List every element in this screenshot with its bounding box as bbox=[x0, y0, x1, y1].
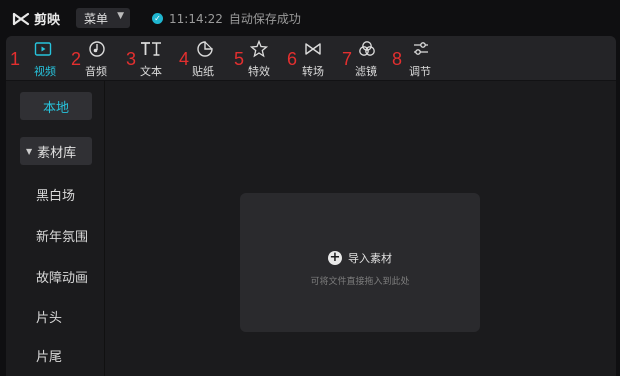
tab-label: 贴纸 bbox=[192, 65, 214, 78]
tab-number: 2 bbox=[71, 49, 82, 69]
sticker-icon bbox=[197, 41, 213, 57]
menu-label: 菜单 bbox=[84, 11, 109, 26]
app-name: 剪映 bbox=[34, 13, 61, 28]
sidebar: 本地 ▼ 素材库 黑白场 新年氛围 故障动画 片头 片尾 bbox=[6, 81, 105, 376]
tab-sticker[interactable]: 4 贴纸 bbox=[179, 36, 229, 80]
tab-video[interactable]: 1 视频 bbox=[10, 36, 64, 80]
tab-filter[interactable]: 7 滤镜 bbox=[342, 36, 394, 80]
tab-audio[interactable]: 2 音频 bbox=[71, 36, 121, 80]
tab-label: 视频 bbox=[34, 65, 56, 78]
import-button[interactable]: + 导入素材 bbox=[240, 250, 480, 266]
tab-number: 4 bbox=[179, 49, 190, 69]
sidebar-item-intro[interactable]: 片头 bbox=[36, 307, 62, 326]
import-dropzone[interactable]: + 导入素材 可将文件直接拖入到此处 bbox=[240, 193, 480, 332]
save-time: 11:14:22 bbox=[169, 11, 223, 26]
sidebar-item-local[interactable]: 本地 bbox=[20, 92, 92, 120]
sidebar-item-new-year[interactable]: 新年氛围 bbox=[36, 226, 88, 245]
adjust-icon bbox=[414, 42, 428, 55]
chevron-down-icon: ▼ bbox=[117, 11, 124, 21]
sidebar-item-label: 素材库 bbox=[37, 145, 77, 161]
capcut-logo-icon bbox=[12, 12, 30, 25]
sidebar-item-library[interactable]: ▼ 素材库 bbox=[20, 137, 92, 165]
menu-button[interactable]: 菜单 ▼ bbox=[76, 8, 130, 28]
tab-label: 音频 bbox=[85, 65, 107, 78]
tab-label: 调节 bbox=[409, 65, 431, 78]
sidebar-item-glitch[interactable]: 故障动画 bbox=[36, 267, 88, 286]
sidebar-item-black-white[interactable]: 黑白场 bbox=[36, 185, 75, 204]
tab-text[interactable]: 3 文本 bbox=[126, 36, 176, 80]
top-bar: 剪映 菜单 ▼ ✓ 11:14:22 自动保存成功 bbox=[0, 0, 620, 36]
filter-icon bbox=[359, 41, 375, 56]
plus-icon: + bbox=[328, 250, 342, 265]
tab-label: 转场 bbox=[302, 65, 324, 78]
tab-label: 滤镜 bbox=[355, 65, 377, 78]
effects-icon bbox=[250, 40, 268, 58]
tab-number: 6 bbox=[287, 49, 298, 69]
app-logo: 剪映 bbox=[12, 9, 60, 28]
text-icon bbox=[141, 42, 161, 56]
media-panel: 1 视频 2 音频 3 文本 4 贴纸 5 特效 6 转场 7 滤镜 8 调节 … bbox=[6, 36, 616, 376]
asset-toolbar: 1 视频 2 音频 3 文本 4 贴纸 5 特效 6 转场 7 滤镜 8 调节 bbox=[6, 36, 616, 81]
video-icon bbox=[34, 42, 52, 56]
save-text: 自动保存成功 bbox=[228, 12, 301, 26]
tab-number: 5 bbox=[234, 49, 245, 69]
tab-number: 7 bbox=[342, 49, 353, 69]
import-label: 导入素材 bbox=[348, 252, 392, 265]
sidebar-item-outro[interactable]: 片尾 bbox=[36, 346, 62, 365]
audio-icon bbox=[89, 41, 105, 57]
tab-transition[interactable]: 6 转场 bbox=[287, 36, 339, 80]
drop-hint: 可将文件直接拖入到此处 bbox=[310, 277, 410, 287]
check-icon: ✓ bbox=[152, 13, 163, 24]
save-status: ✓ 11:14:22 自动保存成功 bbox=[152, 10, 301, 27]
tab-label: 文本 bbox=[140, 65, 162, 78]
tab-effects[interactable]: 5 特效 bbox=[234, 36, 284, 80]
transition-icon bbox=[305, 43, 321, 55]
caret-down-icon: ▼ bbox=[26, 146, 33, 156]
tab-number: 3 bbox=[126, 49, 137, 69]
tab-number: 1 bbox=[10, 49, 21, 69]
media-area: + 导入素材 可将文件直接拖入到此处 bbox=[105, 81, 616, 376]
tab-number: 8 bbox=[392, 49, 403, 69]
tab-label: 特效 bbox=[248, 65, 270, 78]
tab-adjust[interactable]: 8 调节 bbox=[392, 36, 444, 80]
